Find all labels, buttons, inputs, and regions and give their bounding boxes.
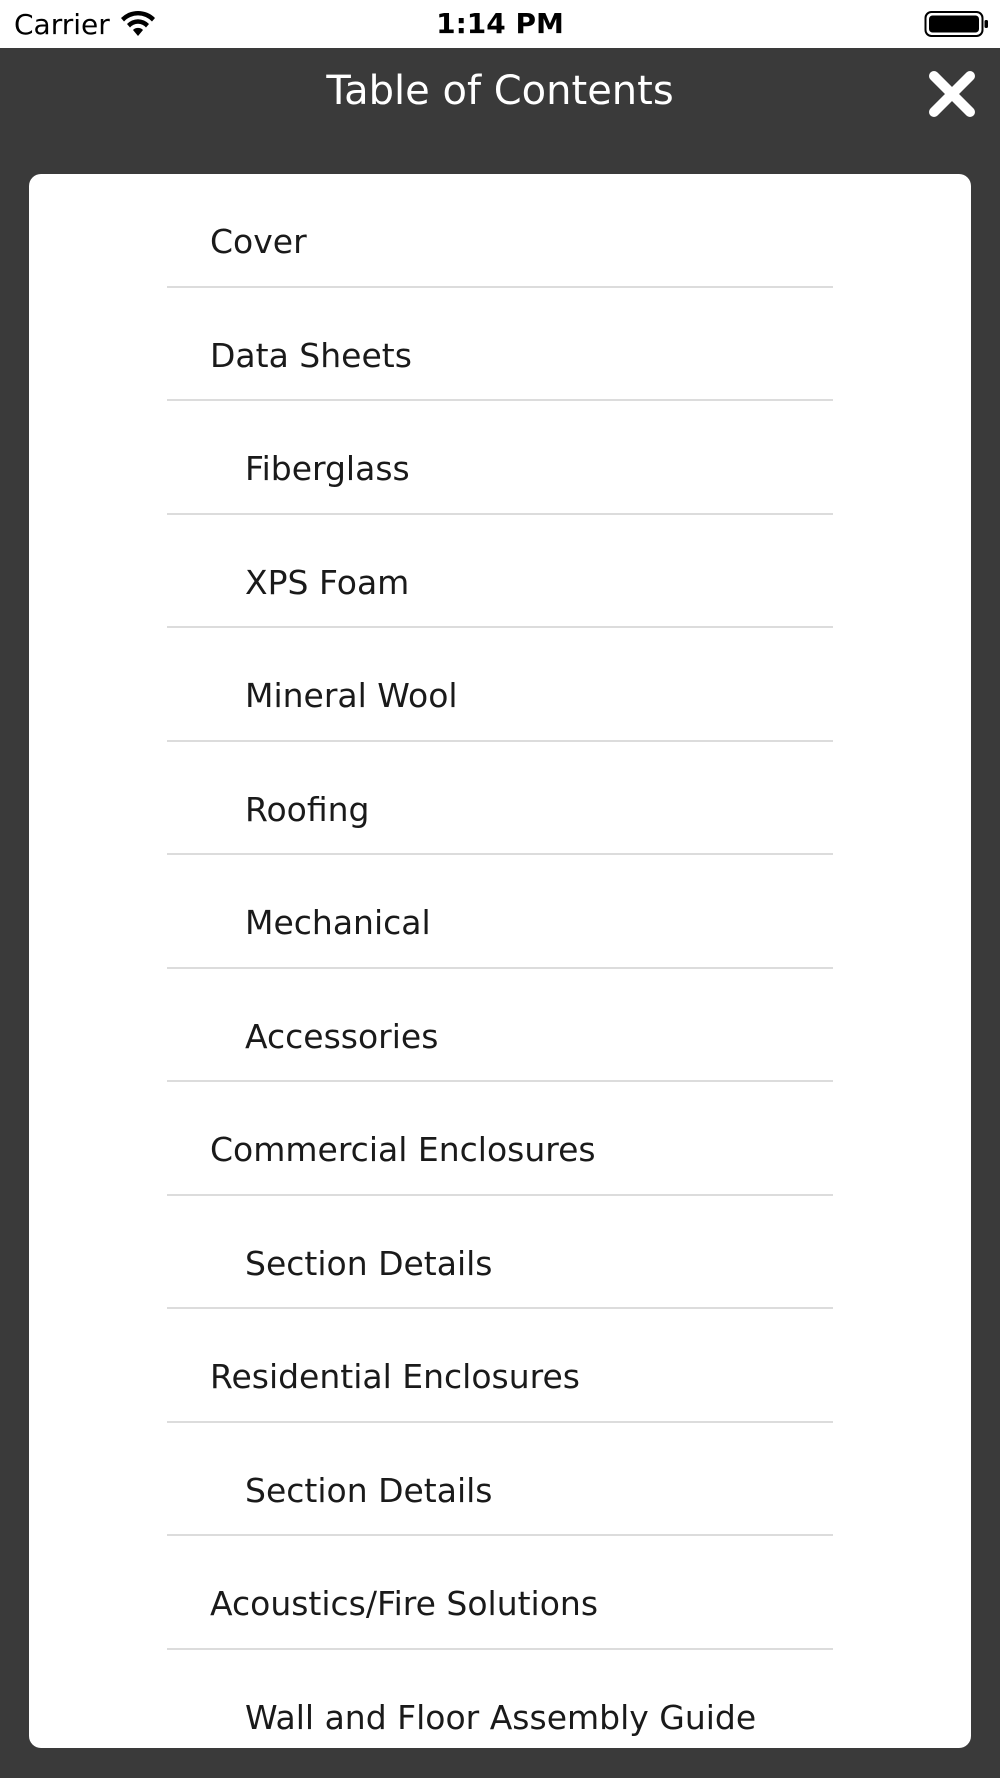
toc-item[interactable]: Data Sheets bbox=[167, 288, 833, 401]
toc-item[interactable]: Section Details bbox=[167, 1423, 833, 1536]
toc-item[interactable]: Roofing bbox=[167, 742, 833, 855]
toc-item[interactable]: XPS Foam bbox=[167, 515, 833, 628]
toc-item[interactable]: Mechanical bbox=[167, 855, 833, 969]
toc-item[interactable]: Commercial Enclosures bbox=[167, 1082, 833, 1196]
page-title: Table of Contents bbox=[326, 68, 674, 114]
status-time: 1:14 PM bbox=[436, 7, 564, 40]
toc-item-label: Mineral Wool bbox=[245, 676, 458, 715]
status-bar: Carrier 1:14 PM bbox=[0, 0, 1000, 48]
toc-item[interactable]: Section Details bbox=[167, 1196, 833, 1309]
toc-item-label: Cover bbox=[210, 222, 307, 261]
toc-item[interactable]: Residential Enclosures bbox=[167, 1309, 833, 1423]
toc-item-label: Fiberglass bbox=[245, 449, 410, 488]
close-icon bbox=[929, 71, 975, 117]
toc-item-label: Residential Enclosures bbox=[210, 1357, 580, 1396]
toc-item[interactable]: Wall and Floor Assembly Guide bbox=[167, 1650, 833, 1749]
toc-item-label: Accessories bbox=[245, 1016, 439, 1056]
toc-item[interactable]: Mineral Wool bbox=[167, 628, 833, 742]
toc-item[interactable]: Acoustics/Fire Solutions bbox=[167, 1536, 833, 1650]
toc-item-label: Roofing bbox=[245, 789, 370, 829]
toc-list: Cover Data Sheets Fiberglass XPS Foam Minera… bbox=[167, 174, 833, 1748]
toc-item[interactable]: Accessories bbox=[167, 969, 833, 1082]
toc-item-label: Data Sheets bbox=[210, 335, 412, 375]
toc-item-label: Section Details bbox=[245, 1243, 493, 1283]
toc-item[interactable]: Cover bbox=[167, 174, 833, 288]
toc-item-label: Mechanical bbox=[245, 903, 431, 942]
toc-item-label: Acoustics/Fire Solutions bbox=[210, 1584, 599, 1623]
toc-item[interactable]: Fiberglass bbox=[167, 401, 833, 515]
toc-item-label: Section Details bbox=[245, 1470, 493, 1510]
toc-item-label: Wall and Floor Assembly Guide bbox=[245, 1697, 757, 1737]
toc-item-label: XPS Foam bbox=[245, 562, 410, 602]
close-button[interactable] bbox=[926, 68, 978, 120]
toc-card: Cover Data Sheets Fiberglass XPS Foam Minera… bbox=[29, 174, 971, 1748]
toc-item-label: Commercial Enclosures bbox=[210, 1130, 596, 1169]
battery-icon bbox=[924, 11, 988, 37]
header-bar: Table of Contents bbox=[0, 48, 1000, 174]
